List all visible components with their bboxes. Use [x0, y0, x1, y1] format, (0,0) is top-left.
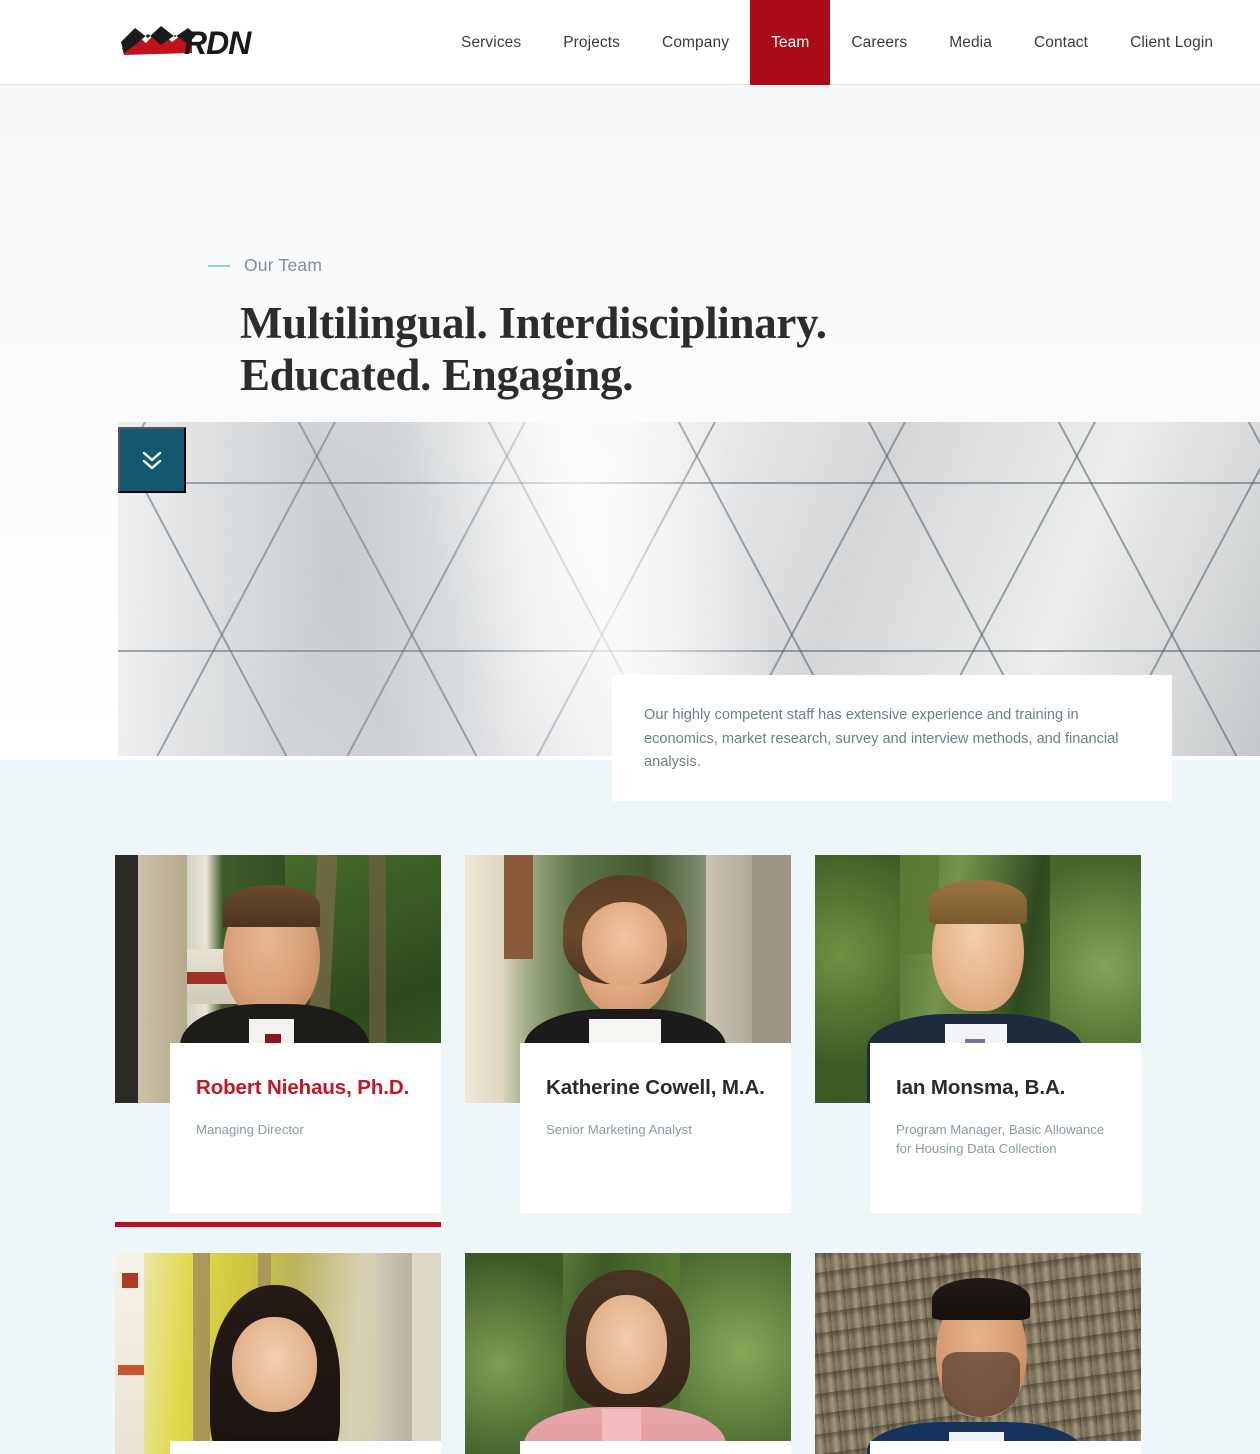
team-grid: Robert Niehaus, Ph.D. Managing Director: [115, 855, 1145, 1454]
nav-item-projects[interactable]: Projects: [542, 0, 641, 85]
page-title-line-1: Multilingual. Interdisciplinary.: [240, 298, 827, 348]
nav-item-client-login[interactable]: Client Login: [1109, 0, 1234, 85]
team-member-info: [520, 1441, 791, 1454]
team-member-photo: [815, 1253, 1141, 1454]
team-member-name: Robert Niehaus, Ph.D.: [196, 1076, 410, 1099]
nav-item-services[interactable]: Services: [440, 0, 542, 85]
rdn-logo-mark: RDN: [121, 25, 253, 61]
team-card[interactable]: Katherine Cowell, M.A. Senior Marketing …: [465, 855, 791, 1227]
site-header: RDN Services Projects Company Team Caree…: [0, 0, 1260, 85]
scroll-down-button[interactable]: [118, 427, 186, 493]
team-card[interactable]: [465, 1253, 791, 1454]
page-root: RDN Services Projects Company Team Caree…: [0, 0, 1260, 1454]
team-card[interactable]: Robert Niehaus, Ph.D. Managing Director: [115, 855, 441, 1227]
card-hover-rule: [465, 1222, 791, 1227]
team-card[interactable]: [115, 1253, 441, 1454]
hero-caption-text: Our highly competent staff has extensive…: [644, 707, 1119, 771]
nav-item-contact[interactable]: Contact: [1013, 0, 1109, 85]
team-member-role: Managing Director: [196, 1122, 304, 1138]
page-title: Multilingual. Interdisciplinary. Educate…: [240, 297, 1000, 401]
team-member-photo: [465, 1253, 791, 1454]
team-member-info: Ian Monsma, B.A. Program Manager, Basic …: [870, 1043, 1141, 1213]
hero-caption-card: Our highly competent staff has extensive…: [612, 675, 1172, 801]
nav-item-media[interactable]: Media: [928, 0, 1013, 85]
hero-eyebrow-label: Our Team: [244, 255, 323, 275]
team-member-photo: [115, 1253, 441, 1454]
team-section: Robert Niehaus, Ph.D. Managing Director: [0, 760, 1260, 1454]
team-member-info: [170, 1441, 441, 1454]
page-title-line-2: Educated. Engaging.: [240, 350, 634, 401]
hero-section: Our Team Multilingual. Interdisciplinary…: [0, 85, 1260, 801]
nav-item-careers[interactable]: Careers: [830, 0, 928, 85]
team-member-role: Program Manager, Basic Allowance for Hou…: [896, 1122, 1105, 1156]
team-member-name: Katherine Cowell, M.A.: [546, 1076, 765, 1099]
team-card[interactable]: Ian Monsma, B.A. Program Manager, Basic …: [815, 855, 1141, 1227]
team-member-info: Robert Niehaus, Ph.D. Managing Director: [170, 1043, 441, 1213]
nav-item-team[interactable]: Team: [750, 0, 831, 85]
team-member-name: Ian Monsma, B.A.: [896, 1076, 1066, 1099]
eyebrow-dash-icon: [208, 264, 230, 267]
svg-text:RDN: RDN: [184, 25, 252, 61]
team-card[interactable]: [815, 1253, 1141, 1454]
team-member-role: Senior Marketing Analyst: [546, 1122, 692, 1138]
team-member-info: Katherine Cowell, M.A. Senior Marketing …: [520, 1043, 791, 1213]
rdn-logo[interactable]: RDN: [118, 21, 266, 63]
card-hover-rule: [115, 1222, 441, 1227]
hero-eyebrow: Our Team: [208, 255, 322, 276]
double-chevron-down-icon: [142, 451, 162, 470]
card-hover-rule: [815, 1222, 1141, 1227]
main-navigation[interactable]: Services Projects Company Team Careers M…: [440, 0, 1234, 85]
nav-item-company[interactable]: Company: [641, 0, 750, 85]
team-member-info: [870, 1441, 1141, 1454]
